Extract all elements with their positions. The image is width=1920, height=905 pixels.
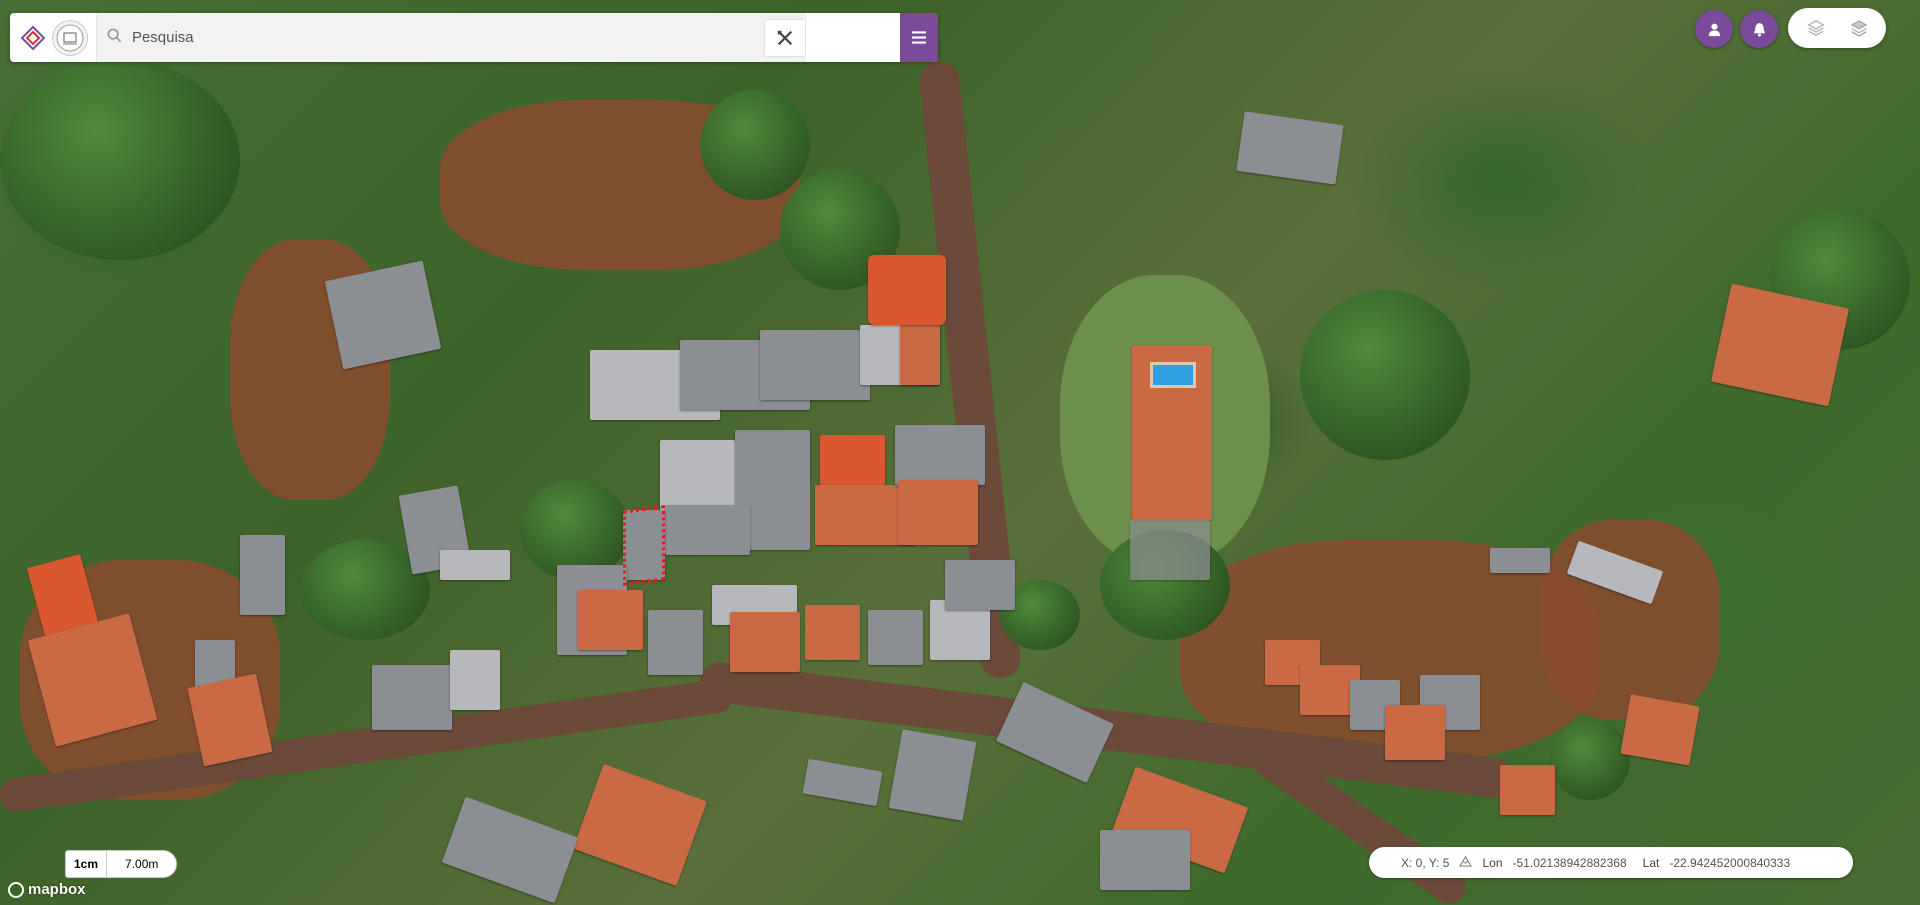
tree (1550, 720, 1630, 800)
building-roof (1236, 111, 1344, 185)
building-roof (995, 681, 1115, 784)
building-roof (820, 435, 885, 485)
scale-value: 7.00m (107, 850, 178, 878)
lat-label: Lat (1642, 855, 1660, 870)
building-roof (648, 610, 703, 675)
lon-label: Lon (1482, 855, 1503, 870)
measure-tools-button[interactable] (764, 18, 806, 57)
building-roof (802, 758, 883, 807)
search-input[interactable] (131, 29, 761, 46)
building-roof (805, 605, 860, 660)
building-roof (450, 650, 500, 710)
building-roof (665, 505, 750, 555)
layers-outline-icon (1806, 19, 1825, 37)
map-canvas[interactable] (0, 0, 1920, 905)
layer-switcher (1788, 8, 1886, 48)
building-roof (372, 665, 452, 730)
user-icon (1708, 23, 1720, 36)
terrain-patch (1540, 520, 1720, 720)
building-roof (440, 550, 510, 580)
building-roof (1385, 705, 1445, 760)
building-roof (760, 330, 870, 400)
map-scale: 1cm 7.00m (65, 850, 178, 878)
brand-logo-icon (20, 25, 46, 50)
building-roof (1620, 694, 1700, 766)
building-roof (441, 796, 579, 904)
tree (700, 90, 810, 200)
organization-emblem-icon (56, 24, 84, 51)
layers-stack-icon (1850, 20, 1867, 37)
brand-logo[interactable] (20, 25, 46, 51)
top-toolbar (10, 13, 938, 62)
pool (1150, 362, 1196, 388)
scale-unit: 1cm (65, 850, 108, 878)
tile-xy-readout: X: 0, Y: 5 (1401, 855, 1450, 870)
organization-logo[interactable] (52, 19, 88, 56)
lat-value: -22.942452000840333 (1669, 855, 1791, 870)
search-icon (107, 28, 128, 47)
building-roof (945, 560, 1015, 610)
lon-value: -51.02138942882368 (1512, 855, 1627, 870)
notifications-button[interactable] (1740, 10, 1778, 48)
tree (1300, 290, 1470, 460)
building-roof (895, 425, 985, 485)
building-roof (888, 729, 977, 821)
building-roof (730, 612, 800, 672)
search-box (96, 13, 806, 62)
building-roof (898, 480, 978, 545)
building-roof (868, 610, 923, 665)
building-roof (900, 325, 940, 385)
building-roof (660, 440, 735, 510)
hamburger-icon (912, 31, 926, 44)
mountain-icon (1459, 855, 1473, 870)
building-roof (240, 535, 285, 615)
layer-stack-button[interactable] (1841, 10, 1877, 46)
parking-area (1130, 520, 1210, 580)
building-roof (578, 590, 643, 650)
mapbox-attribution[interactable]: mapbox (8, 881, 86, 898)
profile-button[interactable] (1695, 10, 1733, 48)
cursor-coordinates: X: 0, Y: 5 Lon -51.02138942882368 Lat -2… (1369, 847, 1853, 878)
building-roof (1100, 830, 1190, 890)
building-roof (1490, 548, 1550, 573)
ruler-pencil-icon (777, 30, 793, 45)
mapbox-label: mapbox (28, 881, 86, 898)
building-roof (324, 260, 442, 370)
mapbox-logo-icon (8, 881, 24, 898)
selected-parcel-outline[interactable] (623, 505, 665, 586)
building-roof (868, 255, 946, 325)
layer-outline-button[interactable] (1798, 10, 1834, 46)
main-menu-button[interactable] (900, 13, 938, 62)
tree (0, 60, 240, 260)
building-roof (572, 763, 708, 887)
bell-icon (1753, 22, 1765, 37)
building-roof (1500, 765, 1555, 815)
